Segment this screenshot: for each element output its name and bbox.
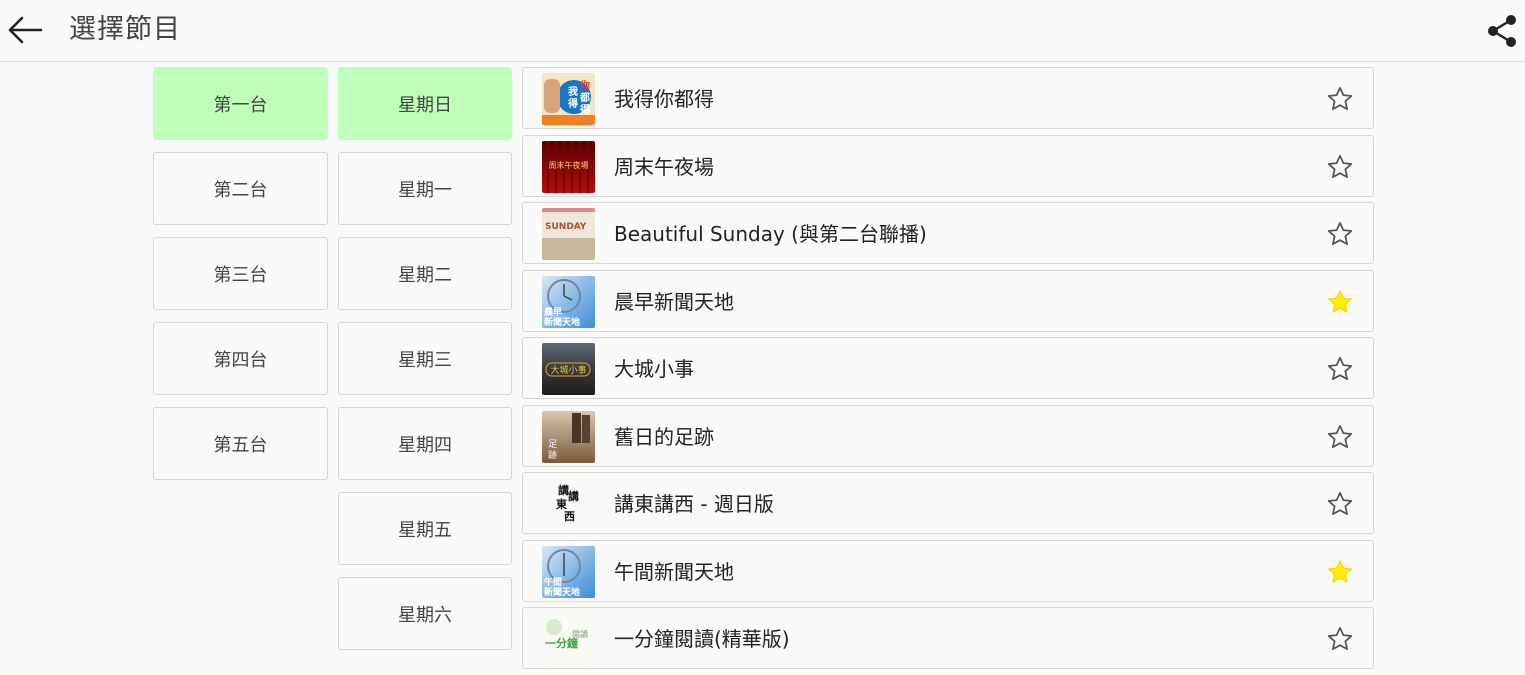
star-outline-icon bbox=[1327, 627, 1353, 651]
program-row[interactable]: 大城小事 大城小事 bbox=[522, 337, 1374, 399]
favorite-toggle[interactable] bbox=[1326, 558, 1354, 586]
back-button[interactable] bbox=[6, 12, 46, 48]
program-thumbnail: 講 講 東 西 bbox=[542, 478, 595, 530]
page-title: 選擇節目 bbox=[69, 14, 181, 45]
top-app-bar: 選擇節目 bbox=[0, 0, 1525, 62]
star-outline-icon bbox=[1327, 357, 1353, 381]
svg-text:都: 都 bbox=[579, 91, 590, 104]
day-tile[interactable]: 星期三 bbox=[338, 322, 512, 395]
day-label: 星期六 bbox=[398, 604, 452, 626]
svg-text:足: 足 bbox=[548, 439, 557, 450]
day-tile[interactable]: 星期日 bbox=[338, 67, 512, 140]
program-row[interactable]: 午間 新聞天地 午間新聞天地 bbox=[522, 539, 1374, 602]
channel-tile[interactable]: 第一台 bbox=[153, 67, 328, 140]
day-label: 星期二 bbox=[398, 264, 452, 286]
program-thumbnail: 晨早 新聞天地 bbox=[542, 275, 595, 328]
favorite-toggle[interactable] bbox=[1326, 153, 1354, 181]
program-thumbnail: SUNDAY bbox=[542, 208, 595, 260]
svg-text:你: 你 bbox=[579, 79, 590, 92]
day-label: 星期五 bbox=[398, 519, 452, 541]
star-outline-icon bbox=[1327, 492, 1353, 516]
svg-text:得: 得 bbox=[567, 97, 578, 110]
day-tile[interactable]: 星期二 bbox=[338, 237, 512, 310]
star-outline-icon bbox=[1327, 154, 1353, 178]
arrow-left-icon bbox=[8, 16, 43, 44]
program-thumbnail: 我 得 你 都 得 bbox=[542, 73, 595, 125]
program-thumbnail: 一分鐘 閱讀 bbox=[542, 613, 595, 665]
svg-text:大城小事: 大城小事 bbox=[550, 364, 586, 376]
day-tile[interactable]: 星期六 bbox=[338, 577, 512, 650]
favorite-toggle[interactable] bbox=[1326, 220, 1354, 248]
star-filled-icon bbox=[1328, 289, 1352, 313]
svg-text:新聞天地: 新聞天地 bbox=[544, 586, 580, 598]
channel-label: 第二台 bbox=[213, 179, 268, 201]
program-list: 我 得 你 都 得 我得你都得 周末午夜場 周末午夜場 SUNDAY Beaut… bbox=[522, 67, 1374, 675]
svg-text:西: 西 bbox=[564, 510, 575, 523]
program-row[interactable]: 我 得 你 都 得 我得你都得 bbox=[522, 67, 1374, 129]
program-name: 周末午夜場 bbox=[614, 154, 714, 179]
channel-label: 第四台 bbox=[213, 349, 268, 371]
program-row[interactable]: 一分鐘 閱讀 一分鐘閱讀(精華版) bbox=[522, 607, 1374, 669]
star-outline-icon bbox=[1327, 424, 1353, 448]
day-label: 星期四 bbox=[398, 434, 452, 456]
day-tile[interactable]: 星期五 bbox=[338, 492, 512, 565]
channel-tile[interactable]: 第四台 bbox=[153, 322, 328, 395]
svg-text:周末午夜場: 周末午夜場 bbox=[549, 160, 589, 170]
favorite-toggle[interactable] bbox=[1326, 490, 1354, 518]
favorite-toggle[interactable] bbox=[1326, 355, 1354, 383]
channel-label: 第五台 bbox=[213, 434, 268, 456]
favorite-toggle[interactable] bbox=[1326, 423, 1354, 451]
svg-text:午間: 午間 bbox=[544, 576, 562, 588]
share-icon bbox=[1488, 15, 1516, 47]
day-list: 星期日 星期一 星期二 星期三 星期四 星期五 星期六 bbox=[338, 67, 512, 662]
channel-tile[interactable]: 第三台 bbox=[153, 237, 328, 310]
svg-text:SUNDAY: SUNDAY bbox=[545, 222, 587, 232]
program-name: 午間新聞天地 bbox=[614, 559, 734, 584]
program-name: Beautiful Sunday (與第二台聯播) bbox=[614, 222, 927, 246]
program-row[interactable]: SUNDAY Beautiful Sunday (與第二台聯播) bbox=[522, 202, 1374, 264]
day-label: 星期一 bbox=[398, 179, 452, 201]
program-row[interactable]: 周末午夜場 周末午夜場 bbox=[522, 134, 1374, 197]
svg-text:講: 講 bbox=[568, 489, 579, 503]
channel-list: 第一台 第二台 第三台 第四台 第五台 bbox=[153, 67, 328, 492]
program-thumbnail: 午間 新聞天地 bbox=[542, 545, 595, 598]
svg-text:得: 得 bbox=[579, 103, 590, 116]
star-outline-icon bbox=[1327, 87, 1353, 111]
svg-text:我: 我 bbox=[568, 85, 578, 98]
svg-text:新聞天地: 新聞天地 bbox=[544, 316, 580, 328]
channel-tile[interactable]: 第二台 bbox=[153, 152, 328, 225]
channel-label: 第一台 bbox=[213, 94, 268, 116]
star-filled-icon bbox=[1328, 559, 1352, 583]
program-row[interactable]: 晨早 新聞天地 晨早新聞天地 bbox=[522, 269, 1374, 332]
favorite-toggle[interactable] bbox=[1326, 288, 1354, 316]
svg-text:晨早: 晨早 bbox=[544, 307, 562, 318]
favorite-toggle[interactable] bbox=[1326, 625, 1354, 653]
svg-text:東: 東 bbox=[556, 497, 568, 511]
program-name: 講東講西 - 週日版 bbox=[614, 492, 774, 516]
channel-tile[interactable]: 第五台 bbox=[153, 407, 328, 480]
day-tile[interactable]: 星期一 bbox=[338, 152, 512, 225]
channel-label: 第三台 bbox=[213, 264, 268, 286]
program-thumbnail: 周末午夜場 bbox=[542, 140, 595, 193]
day-tile[interactable]: 星期四 bbox=[338, 407, 512, 480]
program-name: 一分鐘閱讀(精華版) bbox=[614, 627, 790, 651]
day-label: 星期日 bbox=[398, 94, 452, 116]
program-row[interactable]: 講 講 東 西 講東講西 - 週日版 bbox=[522, 472, 1374, 534]
star-outline-icon bbox=[1327, 222, 1353, 246]
program-thumbnail: 大城小事 bbox=[542, 343, 595, 395]
svg-text:跡: 跡 bbox=[548, 449, 557, 461]
day-label: 星期三 bbox=[398, 349, 452, 371]
program-name: 大城小事 bbox=[614, 357, 694, 381]
program-name: 我得你都得 bbox=[614, 87, 714, 111]
program-row[interactable]: 足 跡 舊日的足跡 bbox=[522, 404, 1374, 467]
share-button[interactable] bbox=[1484, 13, 1520, 49]
program-name: 舊日的足跡 bbox=[614, 424, 714, 449]
favorite-toggle[interactable] bbox=[1326, 85, 1354, 113]
svg-text:閱讀: 閱讀 bbox=[572, 629, 588, 639]
program-name: 晨早新聞天地 bbox=[614, 289, 734, 314]
program-thumbnail: 足 跡 bbox=[542, 410, 595, 463]
